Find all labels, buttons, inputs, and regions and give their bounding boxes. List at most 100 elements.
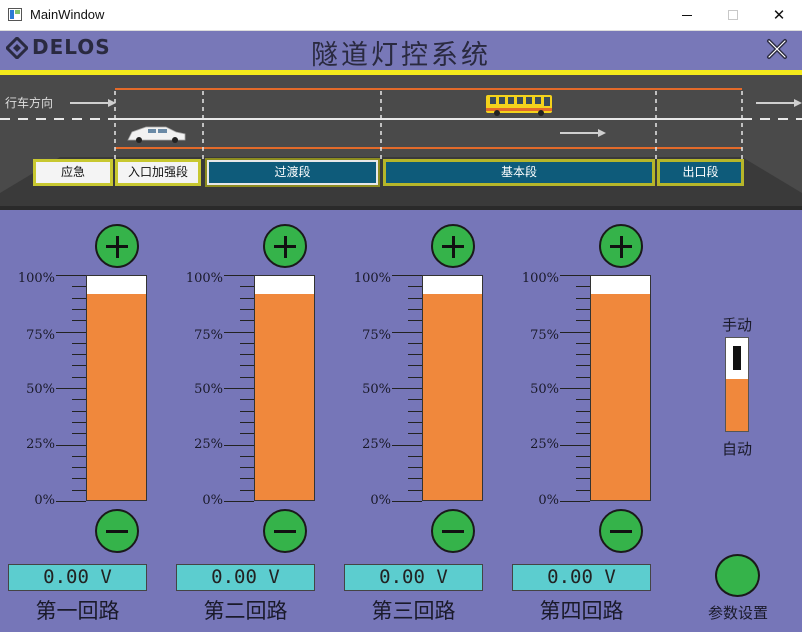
window-close-button[interactable]: ✕ — [756, 0, 802, 30]
mode-toggle-switch[interactable] — [725, 337, 749, 432]
plus-icon-stem — [619, 236, 623, 258]
plus-icon-stem — [115, 236, 119, 258]
decrease-button[interactable] — [431, 509, 475, 553]
window-title: MainWindow — [30, 7, 105, 22]
scale-tick — [408, 309, 422, 310]
scale-tick — [240, 320, 254, 321]
app-title: 隧道灯控系统 — [311, 40, 491, 71]
scale-tick — [72, 490, 86, 491]
scale-tick — [240, 411, 254, 412]
brightness-level-bar[interactable] — [254, 275, 315, 501]
segment-emergency-button[interactable]: 应急 — [33, 159, 113, 186]
voltage-display: 0.00 V — [512, 564, 651, 591]
settings-button[interactable] — [715, 554, 760, 597]
scale-label: 75% — [362, 328, 391, 343]
scale-tick — [240, 309, 254, 310]
scale-tick — [392, 332, 422, 333]
scale-tick — [576, 320, 590, 321]
brightness-level-bar[interactable] — [590, 275, 651, 501]
segment-transition-button[interactable]: 过渡段 — [205, 158, 380, 187]
decrease-button[interactable] — [263, 509, 307, 553]
scale-label: 100% — [521, 271, 559, 286]
scale-tick — [576, 456, 590, 457]
segment-entrance-button[interactable]: 入口加强段 — [115, 159, 201, 186]
scale-tick — [408, 320, 422, 321]
scale-tick — [408, 411, 422, 412]
scale-tick — [72, 365, 86, 366]
window-titlebar: MainWindow ✕ — [0, 0, 802, 31]
minimize-button[interactable] — [664, 0, 710, 30]
scale-label: 25% — [530, 437, 559, 452]
increase-button[interactable] — [599, 224, 643, 268]
scale-tick — [576, 286, 590, 287]
brightness-level-fill — [423, 293, 482, 500]
scale-tick — [408, 478, 422, 479]
app-close-icon[interactable] — [765, 37, 789, 61]
scale-tick — [576, 343, 590, 344]
direction-label: 行车方向 — [5, 95, 53, 110]
app-icon — [8, 8, 22, 21]
scale-tick — [576, 422, 590, 423]
segment-exit-button[interactable]: 出口段 — [657, 159, 744, 186]
scale-tick — [224, 388, 254, 389]
scale-tick — [72, 478, 86, 479]
scale-tick — [392, 501, 422, 502]
scale-tick — [408, 456, 422, 457]
scale-tick — [408, 343, 422, 344]
segment-basic-button[interactable]: 基本段 — [383, 159, 655, 186]
increase-button[interactable] — [431, 224, 475, 268]
scale-label: 50% — [194, 382, 223, 397]
scale-tick — [576, 354, 590, 355]
minus-icon — [442, 530, 464, 533]
scale-tick — [72, 377, 86, 378]
increase-button[interactable] — [95, 224, 139, 268]
increase-button[interactable] — [263, 224, 307, 268]
minus-icon — [106, 530, 128, 533]
maximize-button[interactable] — [710, 0, 756, 30]
scale-tick — [392, 275, 422, 276]
scale-label: 100% — [353, 271, 391, 286]
scale-tick — [240, 399, 254, 400]
scale-tick — [72, 411, 86, 412]
scale-tick — [240, 343, 254, 344]
channel-name: 第一回路 — [35, 599, 120, 623]
scale-tick — [560, 445, 590, 446]
scale-tick — [56, 275, 86, 276]
scale-tick — [560, 501, 590, 502]
scale-tick — [576, 467, 590, 468]
settings-label: 参数设置 — [707, 604, 768, 622]
maximize-icon — [728, 10, 738, 20]
scale-tick — [408, 286, 422, 287]
brightness-level-bar[interactable] — [86, 275, 147, 501]
scale-label: 100% — [17, 271, 55, 286]
voltage-display: 0.00 V — [344, 564, 483, 591]
scale-tick — [240, 298, 254, 299]
scale-tick — [576, 490, 590, 491]
brightness-level-bar[interactable] — [422, 275, 483, 501]
scale-tick — [72, 467, 86, 468]
scale-tick — [240, 354, 254, 355]
scale-tick — [408, 433, 422, 434]
scale-tick — [240, 365, 254, 366]
scale-label: 25% — [194, 437, 223, 452]
decrease-button[interactable] — [599, 509, 643, 553]
scale-label: 75% — [194, 328, 223, 343]
plus-icon-stem — [451, 236, 455, 258]
decrease-button[interactable] — [95, 509, 139, 553]
scale-tick — [72, 433, 86, 434]
brightness-level-fill — [591, 293, 650, 500]
scale-tick — [72, 422, 86, 423]
scale-tick — [576, 377, 590, 378]
scale-label: 50% — [530, 382, 559, 397]
minus-icon — [610, 530, 632, 533]
scale-tick — [224, 445, 254, 446]
scale-tick — [576, 309, 590, 310]
scale-tick — [408, 399, 422, 400]
app-header: DELOS 隧道灯控系统 — [0, 31, 802, 71]
scale-tick — [560, 388, 590, 389]
scale-label: 25% — [362, 437, 391, 452]
bus-icon — [486, 95, 552, 116]
scale-tick — [240, 433, 254, 434]
switch-fill — [726, 379, 748, 431]
scale-tick — [72, 286, 86, 287]
